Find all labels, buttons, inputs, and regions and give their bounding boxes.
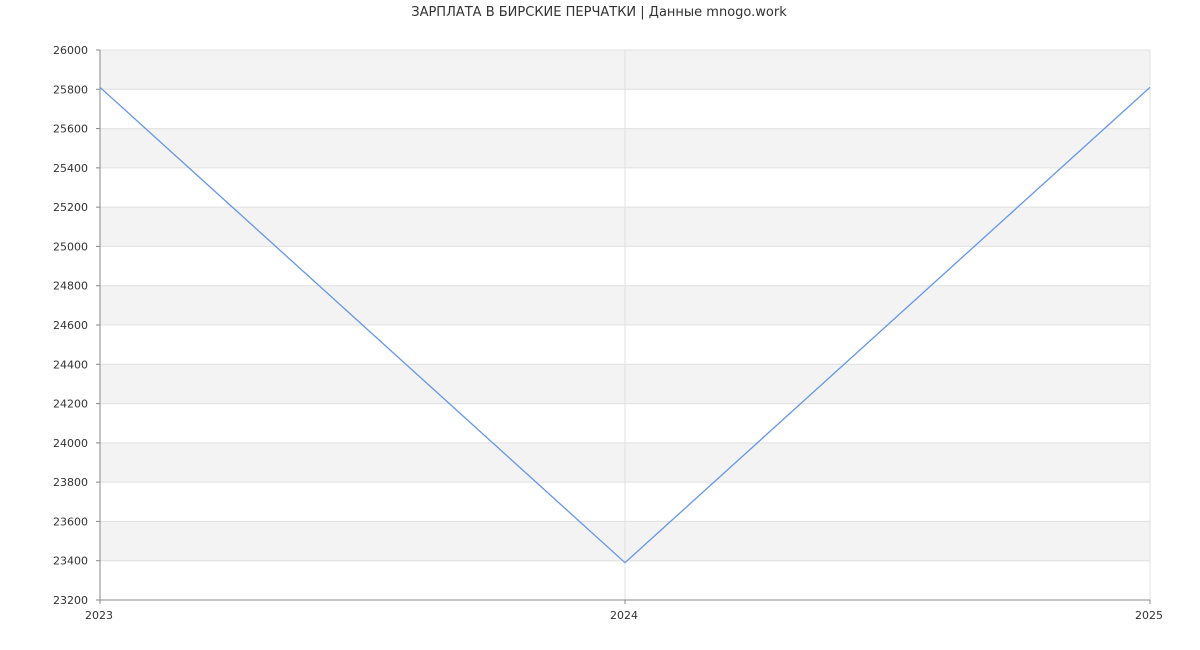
x-axis-ticks: 2023 2024 2025	[85, 600, 1163, 622]
salary-line-chart: ЗАРПЛАТА В БИРСКИЕ ПЕРЧАТКИ | Данные mno…	[53, 5, 1163, 622]
y-tick-label: 26000	[53, 44, 88, 57]
y-tick-label: 24000	[53, 437, 88, 450]
y-tick-label: 25800	[53, 83, 88, 96]
y-tick-label: 23800	[53, 476, 88, 489]
chart-title: ЗАРПЛАТА В БИРСКИЕ ПЕРЧАТКИ | Данные mno…	[411, 5, 787, 20]
y-tick-label: 24600	[53, 319, 88, 332]
y-tick-label: 23400	[53, 555, 88, 568]
y-tick-label: 23200	[53, 594, 88, 607]
y-axis-ticks: 23200 23400 23600 23800 24000 24200 24400 24600…	[53, 44, 100, 607]
y-tick-label: 25200	[53, 201, 88, 214]
y-tick-label: 24800	[53, 280, 88, 293]
y-tick-label: 24200	[53, 398, 88, 411]
y-tick-label: 24400	[53, 358, 88, 371]
y-tick-label: 23600	[53, 515, 88, 528]
x-tick-label: 2023	[85, 609, 113, 622]
y-tick-label: 25400	[53, 162, 88, 175]
y-tick-label: 25600	[53, 123, 88, 136]
x-tick-label: 2025	[1135, 609, 1163, 622]
y-tick-label: 25000	[53, 240, 88, 253]
x-tick-label: 2024	[610, 609, 638, 622]
